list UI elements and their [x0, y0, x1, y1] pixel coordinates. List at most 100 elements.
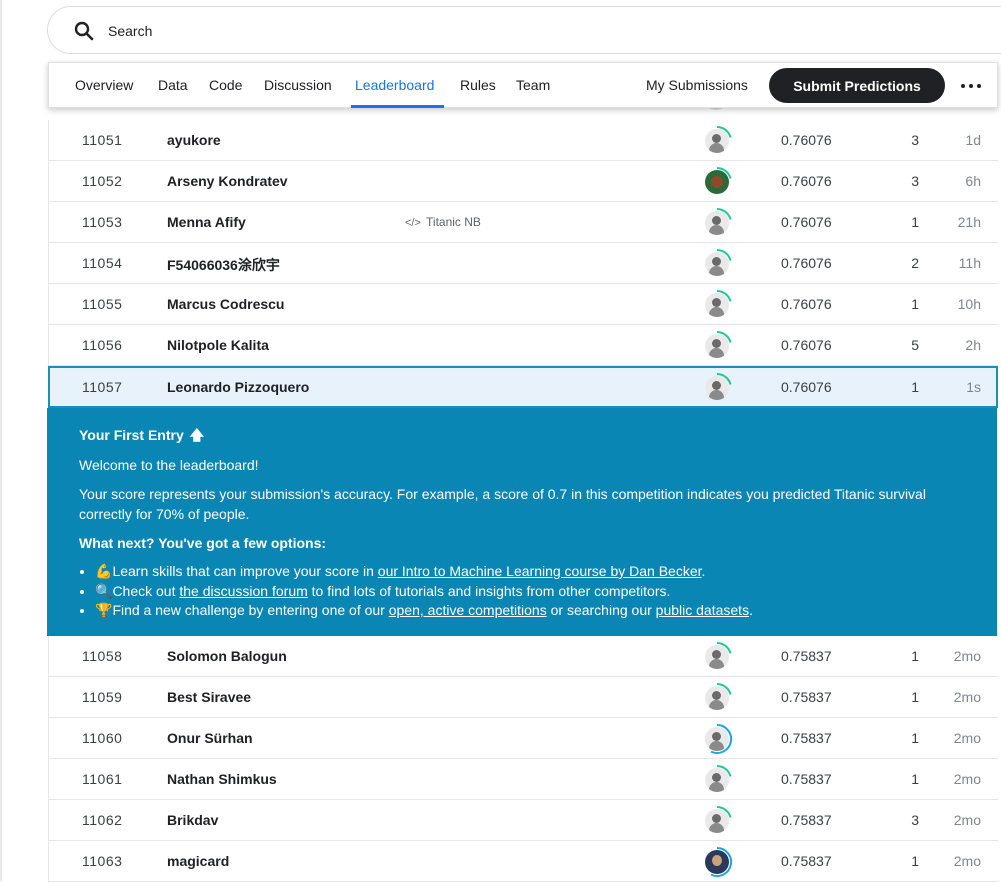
leaderboard-row[interactable]: 11058 Solomon Balogun 0.75837 1 2mo: [48, 636, 998, 677]
rank: 11058: [82, 648, 123, 664]
tab-overview[interactable]: Overview: [75, 77, 133, 93]
rank: 11061: [82, 771, 123, 787]
last-submission: 2mo: [953, 853, 981, 869]
default-avatar[interactable]: [701, 125, 733, 157]
team-name[interactable]: Brikdav: [167, 812, 218, 828]
team-name[interactable]: Best Siravee: [167, 689, 251, 705]
submit-predictions-button[interactable]: Submit Predictions: [769, 68, 945, 103]
team-name[interactable]: Nathan Shimkus: [167, 771, 277, 787]
team-name[interactable]: Solomon Balogun: [167, 648, 287, 664]
entries: 5: [911, 337, 919, 353]
left-rail: [0, 0, 2, 881]
default-avatar[interactable]: [701, 372, 733, 404]
rank: 11062: [82, 812, 123, 828]
default-avatar[interactable]: [701, 248, 733, 280]
leaderboard-row[interactable]: 11060 Onur Sürhan 0.75837 1 2mo: [48, 718, 998, 759]
leaderboard-row[interactable]: 11051 ayukore 0.76076 3 1d: [48, 120, 998, 161]
trophy-emoji-icon: 🏆: [95, 602, 113, 618]
datasets-link[interactable]: public datasets: [656, 602, 749, 618]
my-submissions-link[interactable]: My Submissions: [646, 77, 748, 93]
tab-discussion[interactable]: Discussion: [264, 77, 332, 93]
search-icon: [74, 21, 94, 41]
leaderboard-row[interactable]: 11061 Nathan Shimkus 0.75837 1 2mo: [48, 759, 998, 800]
tab-leaderboard[interactable]: Leaderboard: [355, 77, 434, 93]
rank: 11057: [82, 379, 123, 395]
team-name[interactable]: Leonardo Pizzoquero: [167, 379, 309, 395]
score: 0.76076: [781, 255, 832, 271]
leaderboard-row[interactable]: 11054 F54066036涂欣宇 0.76076 2 11h: [48, 243, 998, 284]
option-forum: 🔍Check out the discussion forum to find …: [95, 582, 965, 602]
default-avatar[interactable]: [701, 805, 733, 837]
rank: 11060: [82, 730, 123, 746]
team-name[interactable]: ayukore: [167, 132, 221, 148]
leaderboard-row[interactable]: 11063 magicard 0.75837 1 2mo: [48, 841, 998, 882]
rank: 11059: [82, 689, 123, 705]
score: 0.76076: [781, 337, 832, 353]
last-submission: 2mo: [953, 689, 981, 705]
team-name[interactable]: Marcus Codrescu: [167, 296, 284, 312]
score: 0.75837: [781, 853, 832, 869]
leaderboard-row[interactable]: 11056 Nilotpole Kalita 0.76076 5 2h: [48, 325, 998, 366]
search-bar[interactable]: [47, 6, 1001, 54]
more-options-icon[interactable]: [961, 76, 981, 96]
code-icon: </>: [405, 217, 421, 229]
rank: 11054: [82, 255, 123, 271]
score: 0.76076: [781, 132, 832, 148]
welcome-text: Welcome to the leaderboard!: [79, 457, 259, 473]
last-submission: 6h: [965, 173, 981, 189]
last-submission: 10h: [957, 296, 981, 312]
tab-code[interactable]: Code: [209, 77, 242, 93]
search-input[interactable]: [108, 20, 708, 42]
rank: 11052: [82, 173, 123, 189]
team-name[interactable]: Onur Sürhan: [167, 730, 253, 746]
entries: 2: [911, 255, 919, 271]
team-name[interactable]: magicard: [167, 853, 229, 869]
entries: 1: [911, 648, 919, 664]
tab-rules[interactable]: Rules: [460, 77, 496, 93]
default-avatar[interactable]: [701, 723, 733, 755]
leaderboard-row[interactable]: 11052 Arseny Kondratev 0.76076 3 6h: [48, 161, 998, 202]
last-submission: 2mo: [953, 648, 981, 664]
tab-team[interactable]: Team: [516, 77, 550, 93]
tab-data[interactable]: Data: [158, 77, 188, 93]
next-steps-heading: What next? You've got a few options:: [79, 535, 327, 551]
score: 0.76076: [781, 173, 832, 189]
photo-avatar[interactable]: [701, 846, 733, 878]
default-avatar[interactable]: [701, 641, 733, 673]
score: 0.76076: [781, 214, 832, 230]
default-avatar[interactable]: [701, 207, 733, 239]
rank: 11053: [82, 214, 123, 230]
last-submission: 1d: [965, 132, 981, 148]
current-user-row[interactable]: 11057 Leonardo Pizzoquero 0.76076 1 1s: [48, 366, 998, 408]
option-competitions: 🏆Find a new challenge by entering one of…: [95, 601, 965, 621]
entries: 3: [911, 132, 919, 148]
course-link[interactable]: our Intro to Machine Learning course by …: [378, 563, 702, 579]
default-avatar[interactable]: [701, 330, 733, 362]
leaderboard-row[interactable]: 11059 Best Siravee 0.75837 1 2mo: [48, 677, 998, 718]
team-name[interactable]: Nilotpole Kalita: [167, 337, 269, 353]
default-avatar[interactable]: [701, 682, 733, 714]
discussion-forum-link[interactable]: the discussion forum: [179, 583, 307, 599]
competitions-link[interactable]: open, active competitions: [389, 602, 547, 618]
last-submission: 2h: [965, 337, 981, 353]
leaderboard-rows-bottom: 11058 Solomon Balogun 0.75837 1 2mo 11059 Best…: [48, 636, 998, 882]
leaderboard-table: 11051 ayukore 0.76076 3 1d 11052 Arseny Kondra…: [47, 120, 998, 882]
team-name[interactable]: Menna Afify: [167, 214, 246, 230]
score: 0.75837: [781, 730, 832, 746]
score: 0.76076: [781, 296, 832, 312]
leaderboard-row[interactable]: 11053 Menna Afify </> Titanic NB 0.76076 1 21…: [48, 202, 998, 243]
entries: 3: [911, 812, 919, 828]
default-avatar[interactable]: [701, 764, 733, 796]
rank: 11056: [82, 337, 123, 353]
leaderboard-row[interactable]: 11055 Marcus Codrescu 0.76076 1 10h: [48, 284, 998, 325]
team-name[interactable]: Arseny Kondratev: [167, 173, 288, 189]
team-name[interactable]: F54066036涂欣宇: [167, 255, 280, 275]
custom-avatar[interactable]: [701, 166, 733, 198]
score: 0.75837: [781, 648, 832, 664]
notebook-link[interactable]: </> Titanic NB: [405, 215, 481, 229]
active-tab-indicator: [351, 105, 444, 108]
default-avatar[interactable]: [701, 289, 733, 321]
leaderboard-row[interactable]: 11062 Brikdav 0.75837 3 2mo: [48, 800, 998, 841]
entries: 1: [911, 853, 919, 869]
last-submission: 2mo: [953, 812, 981, 828]
